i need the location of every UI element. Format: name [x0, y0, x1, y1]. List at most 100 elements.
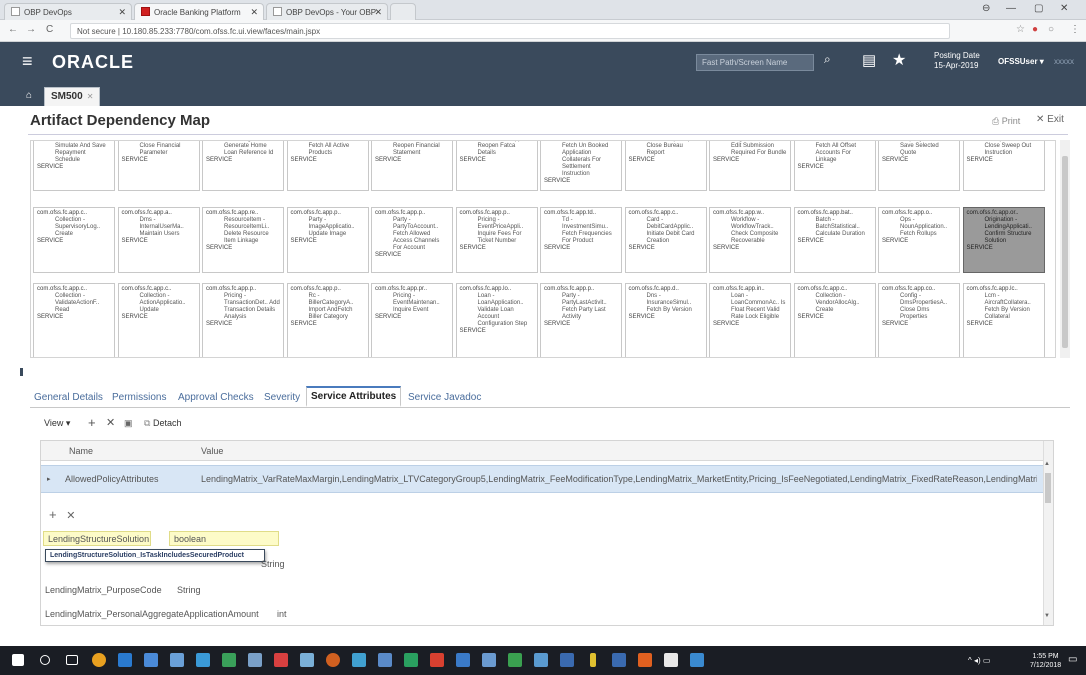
app-icon[interactable] — [482, 653, 496, 667]
tab-service-javadoc[interactable]: Service Javadoc — [408, 388, 481, 407]
pdf-icon[interactable] — [430, 653, 444, 667]
artifact-card[interactable]: com.ofss.fc.app.lo.. Loan - LoanApplicati… — [455, 283, 538, 357]
artifact-card[interactable]: com.ofss.fc.app.c.. Collection - Supervis… — [33, 207, 115, 273]
artifact-card[interactable]: com.ofss.fc.app.p.. Pricing - Transaction… — [202, 283, 284, 357]
app-icon[interactable] — [300, 653, 314, 667]
close-icon[interactable]: ✕ — [374, 7, 382, 18]
windows-start-icon[interactable] — [12, 654, 24, 666]
extension-icon-2[interactable]: ○ — [1048, 24, 1054, 35]
tab-sm500[interactable]: SM500 ✕ — [44, 87, 101, 106]
reload-icon[interactable]: C — [46, 24, 53, 35]
app-icon[interactable] — [248, 653, 262, 667]
app-icon[interactable] — [352, 653, 366, 667]
extension-icon[interactable]: ● — [1032, 24, 1038, 35]
attribute-name-input[interactable]: LendingStructureSolution — [43, 531, 151, 546]
app-icon[interactable] — [664, 653, 678, 667]
artifact-card[interactable]: com.ofss.fc.app.co.. Config - DmsProperti… — [878, 283, 960, 357]
close-icon[interactable]: ✕ — [87, 92, 94, 101]
minimize-icon[interactable]: — — [1006, 3, 1016, 14]
fast-path-input[interactable]: Fast Path/Screen Name — [696, 54, 814, 71]
artifact-card[interactable]: com.ofss.fc.app.p.. Party - PartyLastActi… — [540, 283, 622, 357]
browser-menu-icon[interactable]: ⋮ — [1070, 24, 1080, 35]
artifact-card[interactable]: DDAOffsetAccou.. Fetch All Offset Accoun… — [793, 141, 876, 191]
delete-icon[interactable]: ✕ — [66, 510, 75, 522]
artifact-card[interactable]: OriginationBund.. Is Edit Submission Req… — [709, 141, 791, 191]
add-icon[interactable]: + — [49, 507, 57, 522]
table-scroll-thumb[interactable] — [1045, 473, 1051, 503]
artifact-card[interactable]: FatcaDetailsApp.. Reopen Fatca DetailsSE… — [455, 141, 538, 191]
artifact-card[interactable]: com.ofss.fc.app.c.. Card - DebitCardAppli… — [624, 207, 707, 273]
artifact-card[interactable]: CollateralSettle.. Fetch Un Booked Appli… — [540, 141, 622, 191]
forward-icon[interactable]: → — [26, 24, 36, 35]
search-icon[interactable] — [40, 655, 50, 665]
detach-button[interactable]: ⧉ Detach — [144, 418, 181, 429]
add-icon[interactable]: + — [88, 415, 96, 430]
scroll-up-icon[interactable]: ▲ — [1044, 461, 1050, 467]
app-icon[interactable] — [590, 653, 596, 667]
profile-icon[interactable]: ⊖ — [982, 3, 990, 14]
artifact-card[interactable]: com.ofss.fc.app.w.. Workflow - WorkflowTr… — [709, 207, 791, 273]
artifact-card[interactable]: com.ofss.fc.app.p.. Pricing - EventPriceA… — [455, 207, 538, 273]
artifact-card[interactable]: com.ofss.fc.app.pr.. Pricing - EventMaint… — [371, 283, 453, 357]
bookmark-star-icon[interactable]: ☆ — [1016, 24, 1025, 35]
favorites-star-icon[interactable]: ★ — [892, 50, 906, 70]
excel-icon[interactable] — [222, 653, 236, 667]
maximize-icon[interactable]: ▢ — [1034, 3, 1043, 14]
menu-list-icon[interactable]: ▤ — [862, 51, 876, 69]
table-row[interactable]: ▸ AllowedPolicyAttributes LendingMatrix_… — [41, 465, 1043, 493]
search-icon[interactable]: ⌕ — [824, 52, 831, 67]
store-icon[interactable] — [144, 653, 158, 667]
grid-hscrollbar[interactable] — [30, 360, 1070, 368]
tab-service-attributes[interactable]: Service Attributes — [306, 386, 402, 407]
scroll-down-icon[interactable]: ▼ — [1044, 613, 1050, 619]
view-menu[interactable]: View ▾ — [44, 418, 70, 429]
artifact-card[interactable]: com.ofss.fc.app.c.. Collection - ActionAp… — [117, 283, 200, 357]
back-icon[interactable]: ← — [8, 24, 18, 35]
artifact-card[interactable]: com.ofss.fc.app.p.. Party - PartyToAccoun… — [371, 207, 453, 273]
column-header-value[interactable]: Value — [201, 446, 223, 456]
close-icon[interactable]: ✕ — [250, 7, 258, 18]
app-icon[interactable] — [170, 653, 184, 667]
column-header-name[interactable]: Name — [69, 446, 93, 456]
artifact-card[interactable]: com.ofss.fc.app.in.. Loan - LoanCommonAc.… — [709, 283, 791, 357]
exit-button[interactable]: ✕ Exit — [1036, 114, 1064, 125]
app-icon[interactable] — [690, 653, 704, 667]
home-icon[interactable]: ⌂ — [26, 90, 32, 101]
tab-general-details[interactable]: General Details — [34, 388, 103, 407]
browser-tab-0[interactable]: OBP DevOps ✕ — [4, 3, 132, 20]
app-icon[interactable] — [612, 653, 626, 667]
app-icon[interactable] — [378, 653, 392, 667]
chrome-icon[interactable] — [92, 653, 106, 667]
system-tray-icons[interactable]: ^ ◂) ▭ — [968, 656, 990, 665]
close-window-icon[interactable]: ✕ — [1060, 3, 1068, 14]
artifact-card[interactable]: com.ofss.fc.app.or.. Origination - Lendin… — [962, 207, 1045, 273]
artifact-card[interactable]: com.ofss.fc.app.a.. Dms - InternalUserMa.… — [117, 207, 200, 273]
word-icon[interactable] — [456, 653, 470, 667]
autocomplete-suggestion[interactable]: LendingStructureSolution_IsTaskIncludesS… — [45, 549, 265, 562]
hamburger-menu-icon[interactable]: ≡ — [22, 51, 33, 72]
table-scrollbar[interactable] — [1043, 441, 1053, 625]
artifact-card[interactable]: FinancialStatem.. Reopen Financial State… — [371, 141, 453, 191]
delete-icon[interactable]: ✕ — [106, 416, 115, 429]
artifact-card[interactable]: com.ofss.fc.app.d.. Dns - InsuranceSimul.… — [624, 283, 707, 357]
user-menu[interactable]: OFSSUser ▾ — [998, 57, 1044, 66]
url-field[interactable]: Not secure | 10.180.85.233:7780/com.ofss… — [70, 23, 950, 39]
browser-tab-1[interactable]: Oracle Banking Platform ✕ — [134, 3, 264, 20]
panel-splitter[interactable] — [20, 368, 23, 376]
app-icon[interactable] — [508, 653, 522, 667]
artifact-card[interactable]: com.ofss.fc.app.o.. Ops - NounApplication… — [878, 207, 960, 273]
app-icon[interactable] — [404, 653, 418, 667]
edge-icon[interactable] — [118, 653, 132, 667]
task-view-icon[interactable] — [66, 655, 78, 665]
tab-approval-checks[interactable]: Approval Checks — [178, 388, 254, 407]
expand-icon[interactable]: ▸ — [47, 475, 51, 483]
artifact-card[interactable]: SweepOutInstru.. Close Sweep Out Instruc… — [962, 141, 1045, 191]
new-tab-button[interactable] — [390, 3, 416, 20]
app-icon[interactable] — [326, 653, 340, 667]
artifact-card[interactable]: com.ofss.fc.app.c.. Collection - Validate… — [33, 283, 115, 357]
artifact-card[interactable]: com.ofss.fc.app.c.. Collection - VendorAl… — [793, 283, 876, 357]
artifact-card[interactable]: com.ofss.fc.app.re.. ResourceItem - Resou… — [202, 207, 284, 273]
artifact-card[interactable]: com.ofss.fc.app.p.. Rc - BillerCategoryA.… — [286, 283, 369, 357]
close-icon[interactable]: ✕ — [118, 7, 126, 18]
artifact-card[interactable]: com.ofss.fc.app.bat.. Batch - BatchStatis… — [793, 207, 876, 273]
